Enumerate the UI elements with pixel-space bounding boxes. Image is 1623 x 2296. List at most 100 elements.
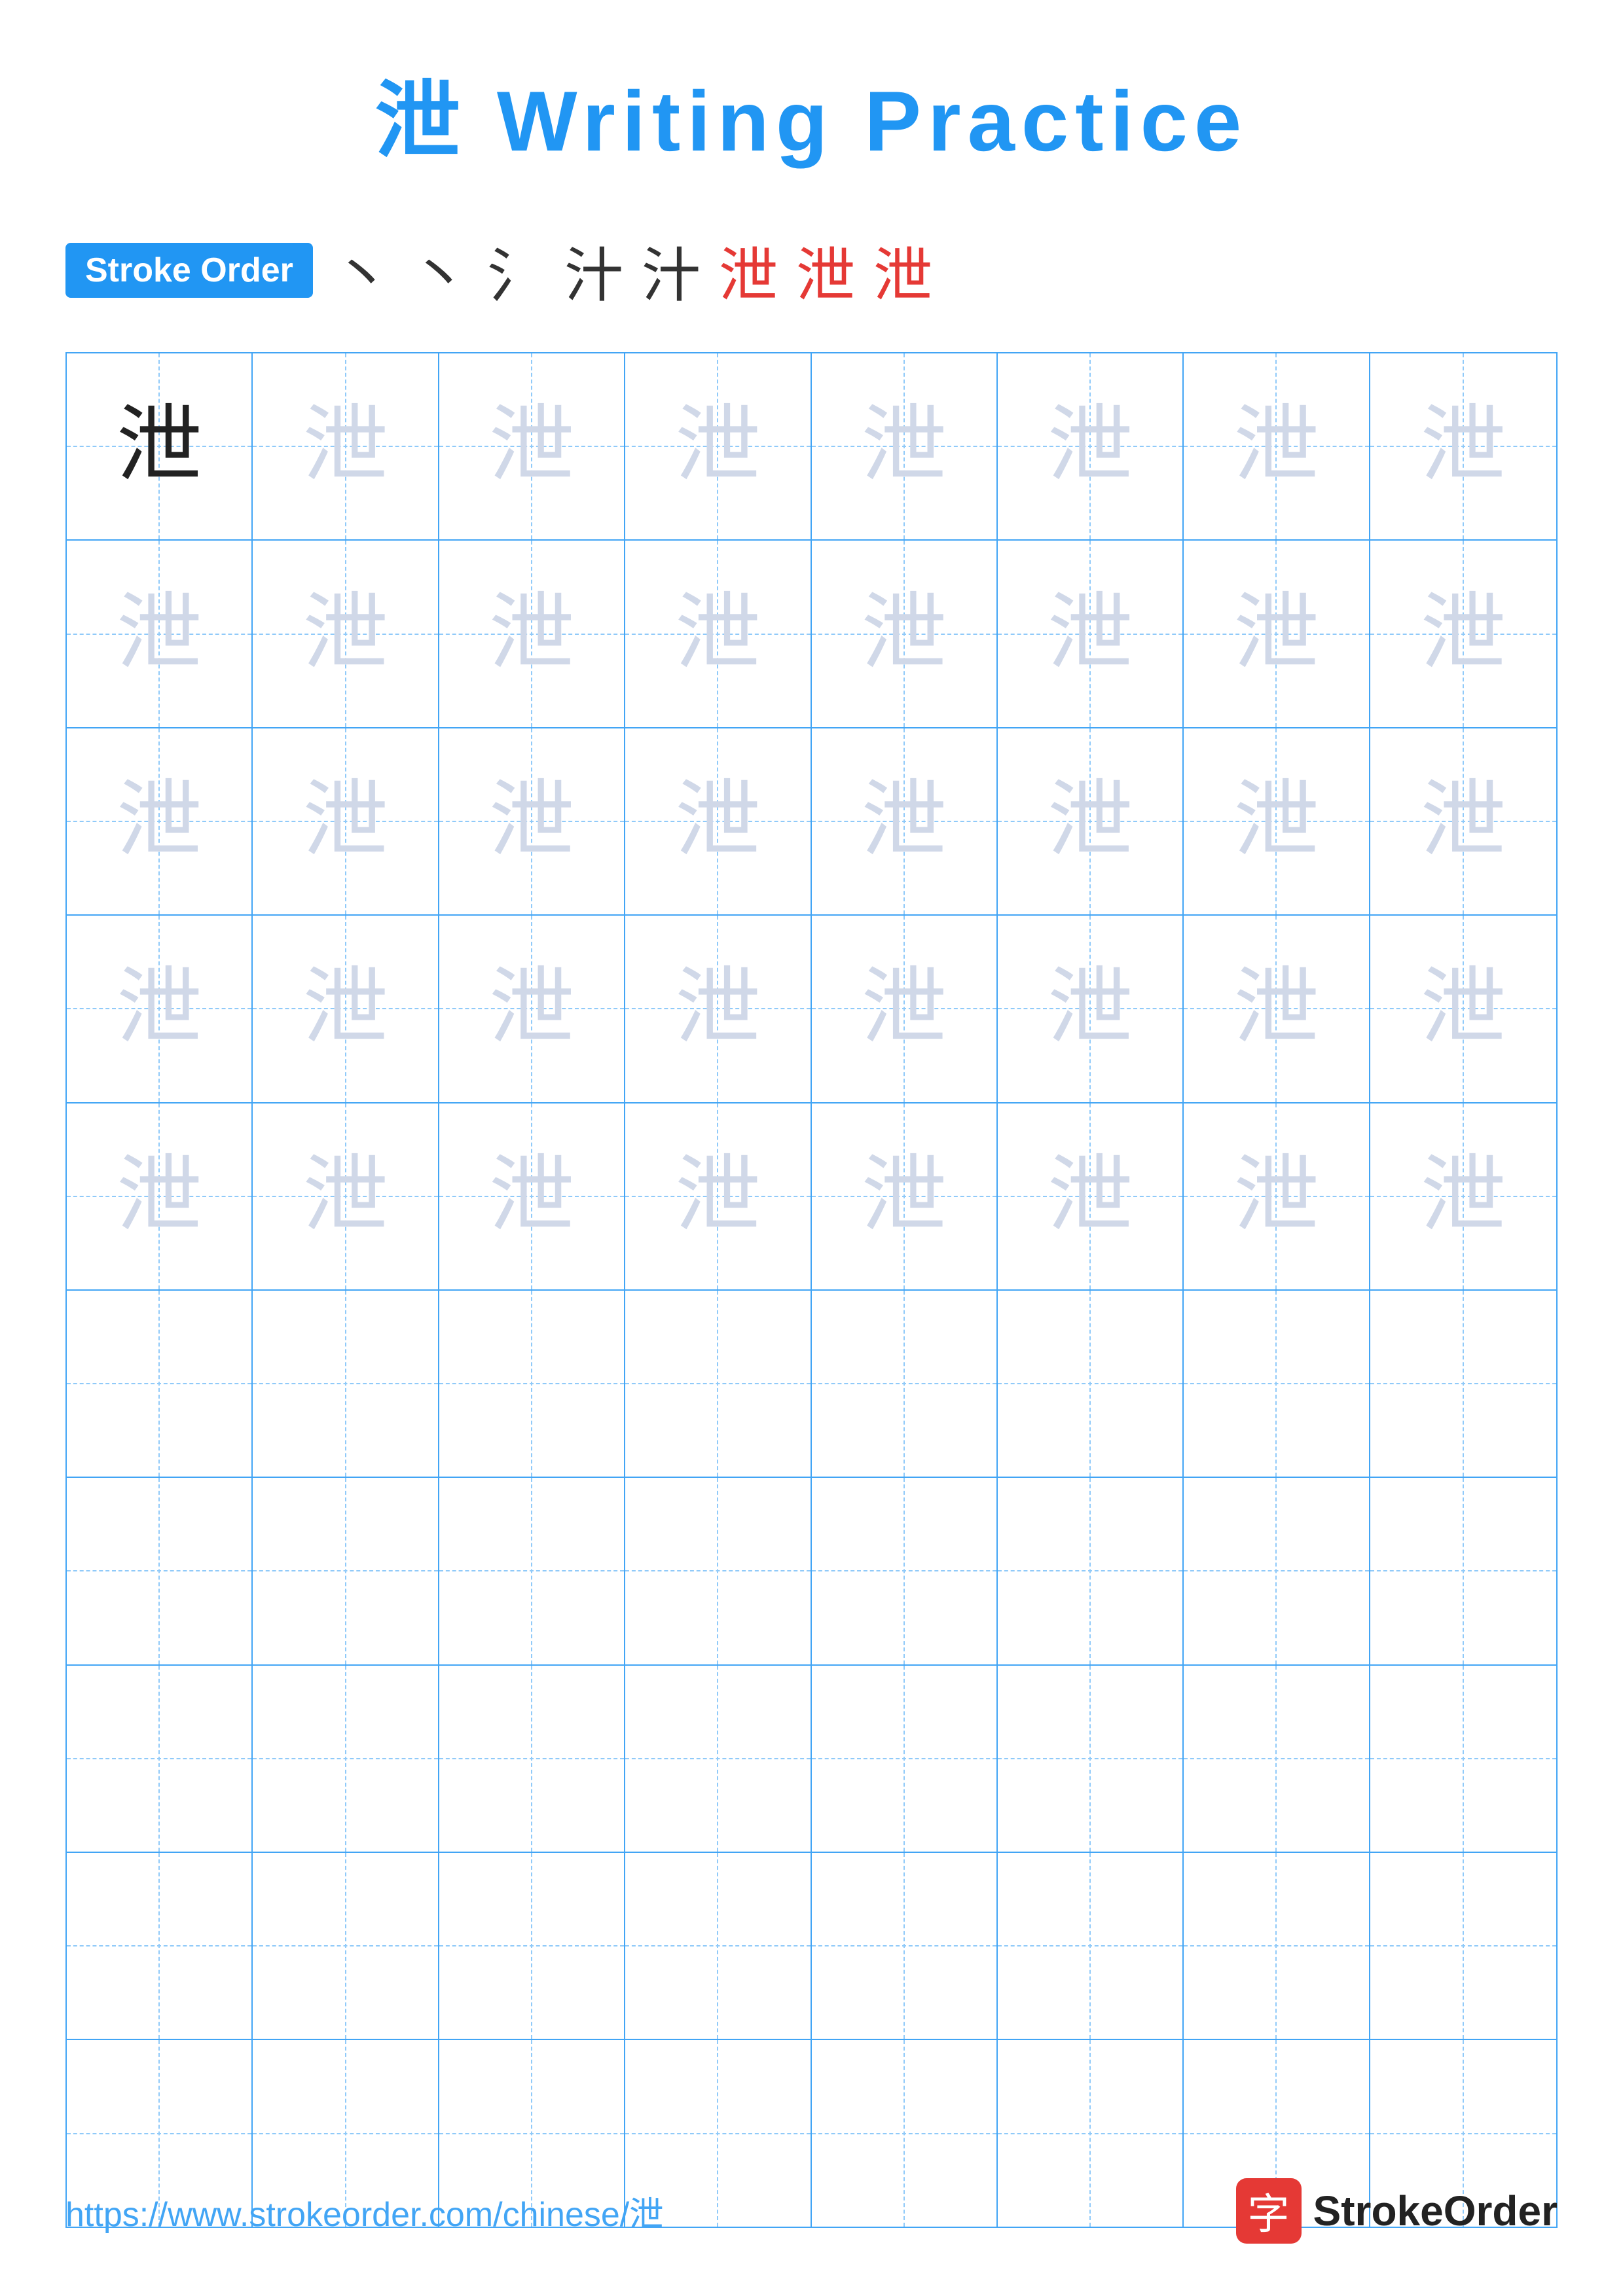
grid-cell[interactable] (625, 1853, 811, 2039)
practice-char: 泄 (1421, 1154, 1506, 1239)
grid-cell[interactable]: 泄 (67, 541, 253, 726)
grid-cell[interactable] (1184, 1853, 1370, 2039)
grid-cell[interactable]: 泄 (1184, 728, 1370, 914)
grid-cell[interactable]: 泄 (812, 353, 998, 539)
grid-cell[interactable]: 泄 (1370, 916, 1556, 1102)
page: 泄 Writing Practice Stroke Order 丶 丶 氵 汁 … (0, 0, 1623, 2296)
practice-char: 泄 (1048, 966, 1133, 1051)
grid-cell[interactable]: 泄 (625, 728, 811, 914)
grid-cell[interactable]: 泄 (812, 1103, 998, 1289)
grid-cell[interactable]: 泄 (439, 1103, 625, 1289)
practice-char: 泄 (1421, 779, 1506, 864)
grid-cell[interactable]: 泄 (625, 916, 811, 1102)
grid-cell[interactable]: 泄 (253, 541, 439, 726)
grid-cell[interactable] (998, 1478, 1184, 1664)
grid-cell[interactable]: 泄 (812, 541, 998, 726)
grid-cell[interactable] (253, 1853, 439, 2039)
grid-cell[interactable]: 泄 (67, 353, 253, 539)
grid-cell[interactable]: 泄 (812, 728, 998, 914)
grid-cell[interactable] (439, 1291, 625, 1477)
grid-cell[interactable] (1184, 1478, 1370, 1664)
grid-cell[interactable]: 泄 (1184, 1103, 1370, 1289)
title-label: Writing Practice (497, 73, 1248, 169)
grid-cell[interactable] (812, 1291, 998, 1477)
grid-cell[interactable]: 泄 (1184, 353, 1370, 539)
grid-cell[interactable] (998, 1291, 1184, 1477)
grid-cell[interactable] (67, 1666, 253, 1852)
grid-cell[interactable]: 泄 (998, 1103, 1184, 1289)
grid-cell[interactable] (439, 1478, 625, 1664)
grid-cell[interactable]: 泄 (998, 353, 1184, 539)
grid-cell[interactable] (67, 1853, 253, 2039)
practice-char: 泄 (1233, 592, 1319, 677)
grid-cell[interactable] (67, 1478, 253, 1664)
grid-cell[interactable]: 泄 (998, 541, 1184, 726)
grid-cell[interactable]: 泄 (439, 728, 625, 914)
grid-cell[interactable] (439, 1666, 625, 1852)
grid-cell[interactable] (67, 1291, 253, 1477)
grid-cell[interactable] (625, 1666, 811, 1852)
grid-cell[interactable]: 泄 (1370, 728, 1556, 914)
grid-cell[interactable] (253, 1666, 439, 1852)
grid-cell[interactable] (253, 1478, 439, 1664)
grid-row (67, 1291, 1556, 1478)
grid-cell[interactable]: 泄 (253, 1103, 439, 1289)
grid-cell[interactable] (998, 1853, 1184, 2039)
grid-cell[interactable] (1184, 1666, 1370, 1852)
grid-cell[interactable]: 泄 (253, 728, 439, 914)
grid-cell[interactable] (812, 1853, 998, 2039)
grid-cell[interactable]: 泄 (67, 728, 253, 914)
grid-cell[interactable] (1370, 1291, 1556, 1477)
practice-char: 泄 (862, 404, 947, 489)
stroke-7: 泄 (796, 228, 867, 313)
grid-cell[interactable] (1370, 1478, 1556, 1664)
grid-cell[interactable]: 泄 (439, 916, 625, 1102)
grid-cell[interactable] (998, 1666, 1184, 1852)
grid-cell[interactable] (625, 1291, 811, 1477)
grid-cell[interactable]: 泄 (67, 916, 253, 1102)
grid-cell[interactable] (812, 1478, 998, 1664)
grid-cell[interactable]: 泄 (812, 916, 998, 1102)
practice-char: 泄 (489, 966, 574, 1051)
grid-cell[interactable]: 泄 (1370, 353, 1556, 539)
grid-cell[interactable]: 泄 (253, 916, 439, 1102)
grid-cell[interactable] (1370, 1666, 1556, 1852)
grid-row (67, 1478, 1556, 1665)
grid-cell[interactable]: 泄 (1184, 916, 1370, 1102)
grid-cell[interactable]: 泄 (1370, 541, 1556, 726)
grid-cell[interactable]: 泄 (625, 353, 811, 539)
grid-cell[interactable]: 泄 (625, 541, 811, 726)
grid-cell[interactable]: 泄 (253, 353, 439, 539)
practice-char: 泄 (675, 779, 760, 864)
grid-cell[interactable] (1370, 1853, 1556, 2039)
practice-char: 泄 (675, 404, 760, 489)
stroke-order-chars: 丶 丶 氵 汁 汁 泄 泄 泄 (333, 228, 944, 313)
practice-char: 泄 (1048, 404, 1133, 489)
grid-cell[interactable] (812, 1666, 998, 1852)
grid-cell[interactable] (1184, 1291, 1370, 1477)
practice-char: 泄 (117, 1154, 202, 1239)
practice-char: 泄 (489, 1154, 574, 1239)
grid-cell[interactable]: 泄 (439, 353, 625, 539)
grid-cell[interactable] (439, 1853, 625, 2039)
stroke-order-badge: Stroke Order (65, 243, 313, 298)
practice-grid: 泄 泄 泄 泄 泄 泄 泄 泄 泄 泄 泄 泄 泄 泄 泄 泄 泄 泄 泄 泄 … (65, 352, 1558, 2228)
grid-cell[interactable]: 泄 (625, 1103, 811, 1289)
stroke-3: 氵 (487, 228, 558, 313)
grid-cell[interactable]: 泄 (67, 1103, 253, 1289)
grid-cell[interactable] (625, 1478, 811, 1664)
practice-char: 泄 (117, 592, 202, 677)
logo-icon: 字 (1236, 2178, 1302, 2244)
practice-char: 泄 (862, 1154, 947, 1239)
grid-cell[interactable]: 泄 (1184, 541, 1370, 726)
footer-url[interactable]: https://www.strokeorder.com/chinese/泄 (65, 2187, 663, 2236)
stroke-4: 汁 (564, 228, 635, 313)
stroke-2: 丶 (410, 228, 481, 313)
grid-cell[interactable]: 泄 (998, 916, 1184, 1102)
practice-char: 泄 (1048, 1154, 1133, 1239)
grid-cell[interactable] (253, 1291, 439, 1477)
grid-row: 泄 泄 泄 泄 泄 泄 泄 泄 (67, 353, 1556, 541)
grid-cell[interactable]: 泄 (1370, 1103, 1556, 1289)
grid-cell[interactable]: 泄 (998, 728, 1184, 914)
grid-cell[interactable]: 泄 (439, 541, 625, 726)
